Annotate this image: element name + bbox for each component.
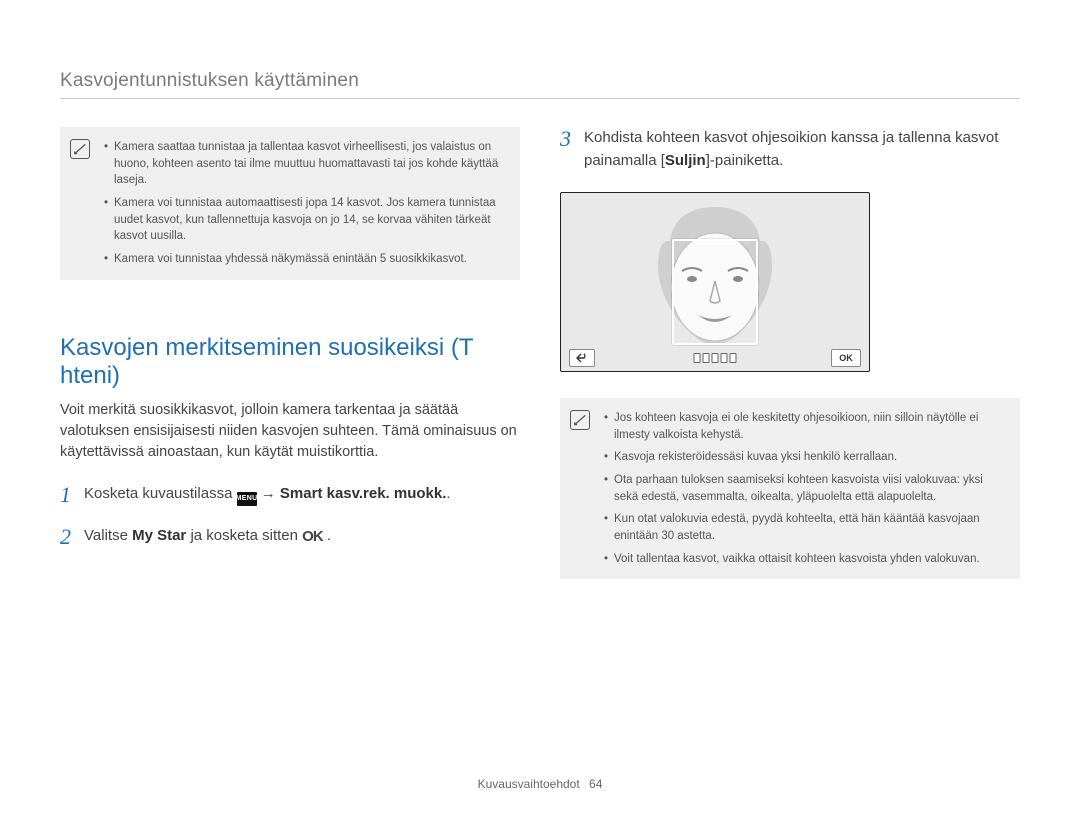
step-2: 2 Valitse My Star ja kosketa sitten OK .	[60, 525, 520, 549]
step-body: Valitse My Star ja kosketa sitten OK .	[84, 525, 520, 549]
step-text: ]-painiketta.	[706, 152, 784, 169]
step-1: 1 Kosketa kuvaustilassa MENU → Smart kas…	[60, 483, 520, 507]
right-column: 3 Kohdista kohteen kasvot ohjesoikion ka…	[560, 127, 1020, 579]
step-text: Kohdista kohteen kasvot ohjesoikion kans…	[584, 129, 998, 169]
step-text: .	[446, 485, 450, 502]
viewfinder-illustration: OK	[560, 192, 870, 372]
step-text: →	[261, 485, 280, 502]
note-icon	[570, 410, 590, 430]
note-item: Kamera voi tunnistaa yhdessä näkymässä e…	[104, 251, 506, 268]
step-text: Kosketa kuvaustilassa	[84, 485, 237, 502]
step-text: .	[327, 527, 331, 544]
ok-button[interactable]: OK	[831, 349, 861, 367]
shot-counter	[694, 353, 737, 363]
note-item: Kamera voi tunnistaa automaattisesti jop…	[104, 195, 506, 245]
step-body: Kosketa kuvaustilassa MENU → Smart kasv.…	[84, 483, 520, 506]
step-number: 1	[60, 483, 84, 507]
ok-icon: OK	[302, 526, 323, 549]
back-button[interactable]	[569, 349, 595, 367]
section-intro: Voit merkitä suosikkikasvot, jolloin kam…	[60, 400, 520, 463]
viewfinder-controls: OK	[561, 345, 869, 371]
left-column: Kamera saattaa tunnistaa ja tallentaa ka…	[60, 127, 520, 579]
menu-button-icon: MENU	[237, 492, 257, 506]
note-icon	[70, 139, 90, 159]
note-item: Ota parhaan tuloksen saamiseksi kohteen …	[604, 472, 1006, 505]
face-guide-frame	[672, 239, 758, 345]
note-item: Jos kohteen kasvoja ei ole keskitetty oh…	[604, 410, 1006, 443]
step-number: 2	[60, 525, 84, 549]
step-3: 3 Kohdista kohteen kasvot ohjesoikion ka…	[560, 127, 1020, 172]
step-bold: Smart kasv.rek. muokk.	[280, 485, 446, 502]
page-footer: Kuvausvaihtoehdot 64	[0, 777, 1080, 791]
step-body: Kohdista kohteen kasvot ohjesoikion kans…	[584, 127, 1020, 172]
step-bold: My Star	[132, 527, 186, 544]
note-item: Kasvoja rekisteröidessäsi kuvaa yksi hen…	[604, 449, 1006, 466]
step-text: ja kosketa sitten	[190, 527, 302, 544]
page-number: 64	[589, 777, 602, 791]
note-item: Voit tallentaa kasvot, vaikka ottaisit k…	[604, 551, 1006, 568]
footer-label: Kuvausvaihtoehdot	[478, 777, 580, 791]
info-box-top: Kamera saattaa tunnistaa ja tallentaa ka…	[60, 127, 520, 280]
note-item: Kun otat valokuvia edestä, pyydä kohteel…	[604, 511, 1006, 544]
back-arrow-icon	[576, 353, 588, 363]
step-bold: Suljin	[665, 152, 706, 169]
info-box-bottom: Jos kohteen kasvoja ei ole keskitetty oh…	[560, 398, 1020, 579]
note-item: Kamera saattaa tunnistaa ja tallentaa ka…	[104, 139, 506, 189]
step-text: Valitse	[84, 527, 132, 544]
page-header: Kasvojentunnistuksen käyttäminen	[60, 70, 1020, 99]
step-number: 3	[560, 127, 584, 151]
section-title: Kasvojen merkitseminen suosikeiksi (T ht…	[60, 334, 520, 390]
